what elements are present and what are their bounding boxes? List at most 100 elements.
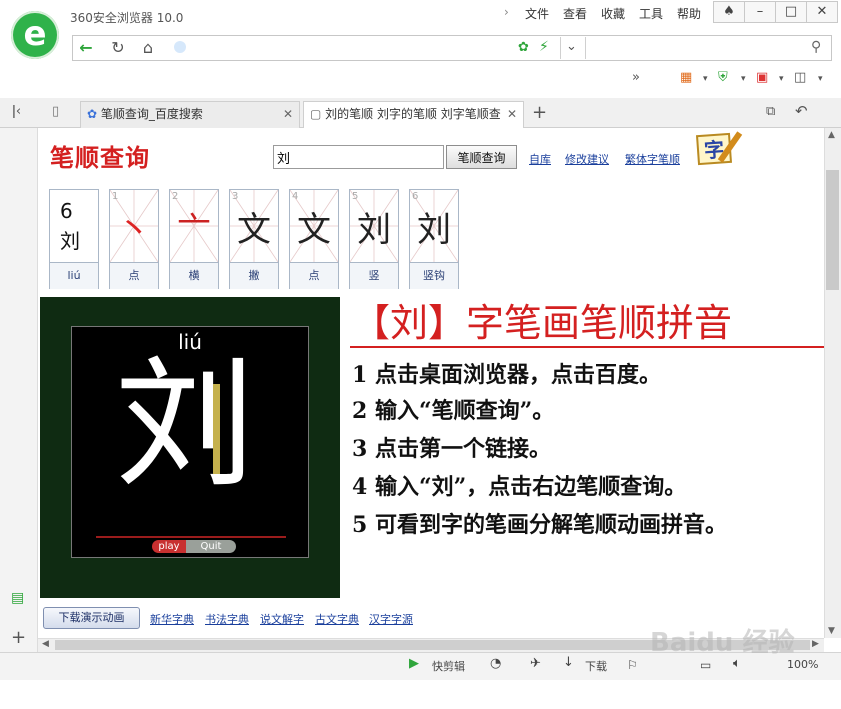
game-icon[interactable]: ◫	[794, 70, 806, 85]
menu-tools[interactable]: 工具	[639, 5, 663, 22]
stroke-count-and-char: 6 刘	[60, 199, 80, 253]
stroke-glyph: 刘	[417, 210, 451, 250]
stroke-query-button[interactable]: 笔顺查询	[446, 145, 517, 169]
link-traditional[interactable]: 繁体字笔顺	[625, 151, 680, 167]
site-title: 笔顺查询	[50, 144, 150, 172]
vertical-scroll-thumb[interactable]	[826, 170, 839, 290]
stroke-glyph: 丶	[117, 210, 151, 250]
page-icon: ▢	[310, 107, 322, 121]
back-button[interactable]: ←	[72, 36, 100, 60]
stroke-card-1[interactable]: 1 丶 点	[109, 189, 159, 289]
chevron-down-icon[interactable]: ▾	[741, 74, 746, 84]
security-shield-icon[interactable]: ✿	[518, 40, 529, 55]
close-tab-icon[interactable]: ✕	[503, 102, 517, 127]
sidebar	[0, 128, 38, 652]
zoom-level[interactable]: 100%	[787, 658, 818, 671]
more-double-chevron-icon[interactable]: »	[632, 70, 640, 85]
stroke-card-6[interactable]: 6 刘 竖钩	[409, 189, 459, 289]
animated-character: 刘	[114, 344, 255, 507]
home-button[interactable]: ⌂	[134, 36, 162, 60]
scroll-down-icon[interactable]: ▼	[828, 626, 835, 636]
play-button[interactable]: play	[152, 540, 186, 553]
chevron-down-icon[interactable]: ▾	[779, 74, 784, 84]
instruction-step-1: 1 点击桌面浏览器，点击百度。	[352, 362, 661, 388]
url-input[interactable]	[192, 37, 536, 61]
chevron-down-icon[interactable]: ▾	[818, 74, 823, 84]
shirt-skin-icon[interactable]: ♠	[713, 1, 745, 23]
search-icon[interactable]: ⚲	[811, 39, 821, 55]
search-input[interactable]	[586, 37, 815, 61]
undo-close-icon[interactable]: ↶	[795, 102, 808, 120]
minimize-button[interactable]: –	[744, 1, 776, 23]
browser-logo-icon[interactable]: e	[11, 11, 59, 59]
stroke-card-label: liú	[50, 262, 98, 289]
window-icon[interactable]: ▭	[700, 658, 711, 672]
window-title: 360安全浏览器 10.0	[70, 11, 184, 25]
stroke-card-label: 点	[110, 262, 158, 289]
tab-bishun[interactable]: ▢ 刘的笔顺 刘字的笔顺 刘字笔顺查 ✕	[303, 101, 524, 129]
link-ancient[interactable]: 古文字典	[315, 611, 359, 627]
menu-view[interactable]: 查看	[563, 5, 587, 22]
instruction-step-5: 5 可看到字的笔画分解笔顺动画拼音。	[352, 512, 727, 538]
link-xinhua[interactable]: 新华字典	[150, 611, 194, 627]
download-label[interactable]: 下载	[585, 658, 607, 674]
speed-icon[interactable]: ◔	[490, 656, 501, 671]
tab-list-icon[interactable]: ǀ‹	[12, 104, 21, 119]
character-input[interactable]	[273, 145, 444, 169]
quick-edit-label[interactable]: 快剪辑	[432, 658, 465, 674]
tab-baidu-search[interactable]: ✿ 笔顺查询_百度搜索 ✕	[80, 101, 300, 128]
stroke-card-2[interactable]: 2 亠 横	[169, 189, 219, 289]
stroke-card-label: 点	[290, 262, 338, 289]
menu-help[interactable]: 帮助	[677, 5, 701, 22]
link-suggestions[interactable]: 修改建议	[565, 151, 609, 167]
download-animation-button[interactable]: 下载演示动画	[43, 607, 140, 629]
quick-edit-icon[interactable]: ▶	[409, 656, 419, 671]
stroke-card-5[interactable]: 5 刘 竖	[349, 189, 399, 289]
close-window-button[interactable]: ✕	[806, 1, 838, 23]
scroll-left-icon[interactable]: ◀	[42, 639, 49, 649]
link-origin[interactable]: 汉字字源	[369, 611, 413, 627]
scroll-up-icon[interactable]: ▲	[828, 130, 835, 140]
maximize-button[interactable]: □	[775, 1, 807, 23]
pin-icon[interactable]: ✈	[530, 656, 541, 671]
stroke-card-summary[interactable]: 6 刘 liú	[49, 189, 99, 289]
instruction-step-2: 2 输入“笔顺查询”。	[352, 398, 555, 424]
baidu-paw-icon: ✿	[87, 107, 98, 121]
apps-grid-icon[interactable]: ▦	[680, 70, 692, 85]
flag-icon[interactable]: ⚐	[627, 658, 638, 672]
stroke-card-4[interactable]: 4 文 点	[289, 189, 339, 289]
clipboard-icon[interactable]: ▤	[11, 590, 24, 606]
link-ziku[interactable]: 自库	[529, 151, 551, 167]
menu-file[interactable]: 文件	[525, 5, 549, 22]
add-sidebar-icon[interactable]: +	[11, 627, 26, 648]
translate-icon[interactable]: ▣	[756, 70, 768, 85]
link-shuowen[interactable]: 说文解字	[260, 611, 304, 627]
stroke-number: 5	[352, 191, 359, 202]
chevron-right-icon[interactable]: ›	[504, 5, 509, 19]
stroke-number: 1	[112, 191, 119, 202]
download-icon[interactable]: ↓	[563, 655, 574, 670]
scroll-right-icon[interactable]: ▶	[812, 639, 819, 649]
restore-window-icon[interactable]: ⧉	[766, 104, 775, 119]
progress-line	[96, 536, 286, 538]
stroke-card-label: 竖	[350, 262, 398, 289]
menu-favorites[interactable]: 收藏	[601, 5, 625, 22]
close-tab-icon[interactable]: ✕	[283, 102, 293, 127]
chevron-down-icon[interactable]: ⌄	[566, 39, 577, 54]
speed-mode-icon[interactable]: ⚡	[539, 39, 549, 55]
phone-icon[interactable]: ▯	[52, 104, 59, 119]
stroke-glyph: 文	[297, 210, 331, 250]
refresh-button[interactable]: ↻	[104, 36, 132, 60]
tab-label: 笔顺查询_百度搜索	[100, 107, 203, 121]
link-calligraphy[interactable]: 书法字典	[205, 611, 249, 627]
chevron-down-icon[interactable]: ▾	[703, 74, 708, 84]
security-icon[interactable]: ⛨	[718, 70, 728, 85]
stroke-number: 4	[292, 191, 299, 202]
instruction-step-4: 4 输入“刘”，点击右边笔顺查询。	[352, 474, 687, 500]
current-stroke-highlight	[213, 384, 220, 474]
stroke-glyph: 文	[237, 210, 271, 250]
stroke-card-3[interactable]: 3 文 撇	[229, 189, 279, 289]
new-tab-button[interactable]: +	[532, 102, 547, 123]
quit-button[interactable]: Quit	[186, 540, 236, 553]
stroke-number: 3	[232, 191, 239, 202]
